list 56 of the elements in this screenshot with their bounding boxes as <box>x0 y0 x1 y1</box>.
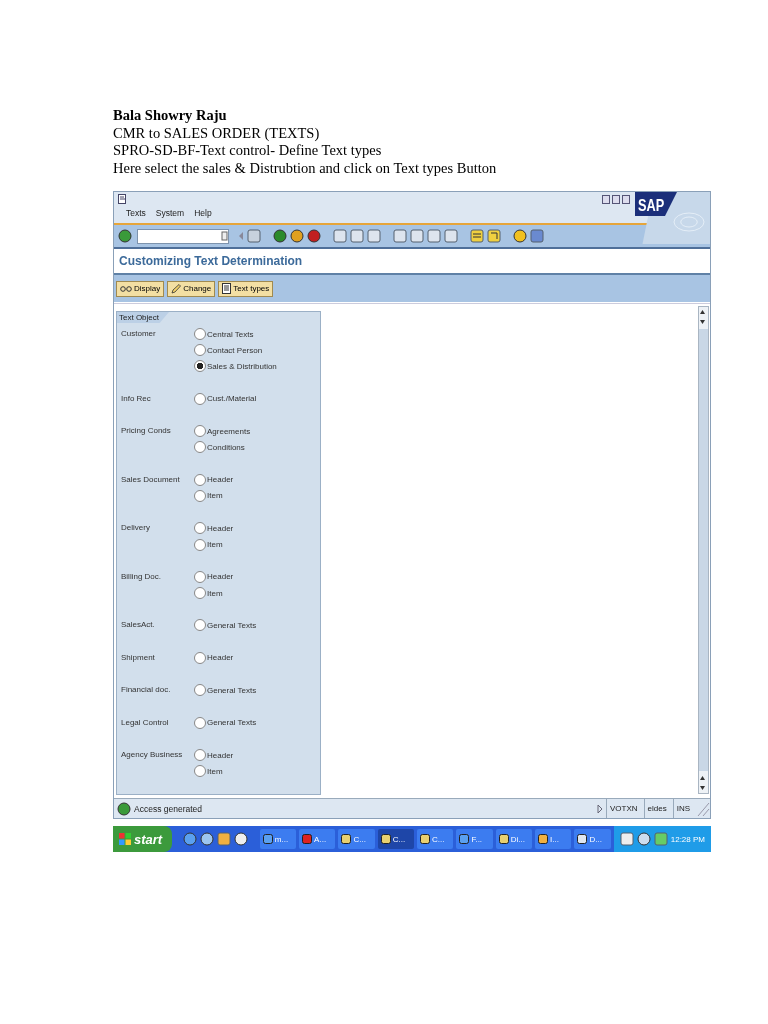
radio-label[interactable]: General Texts <box>207 685 257 695</box>
group-label: Financial doc. <box>121 684 172 697</box>
taskbar-button[interactable]: I... <box>535 829 572 849</box>
group-label: Agency Business <box>121 748 184 761</box>
taskbar-button[interactable]: m... <box>259 829 297 849</box>
group-label: Billing Doc. <box>121 570 162 583</box>
toolbar-button[interactable]: Text types <box>218 280 274 297</box>
taskbar-button[interactable]: C... <box>377 829 415 849</box>
radio-label[interactable]: Item <box>207 491 223 501</box>
radio-label[interactable]: Header <box>207 523 234 533</box>
toolbar-button[interactable]: Change <box>167 280 216 297</box>
group-label: Delivery <box>121 522 151 535</box>
group-label: Customer <box>121 328 157 340</box>
toolbar-button[interactable]: Display <box>116 280 165 297</box>
radio-label[interactable]: Central Texts <box>207 329 254 339</box>
group-label: Info Rec <box>121 392 152 405</box>
taskbar-button[interactable]: Di... <box>495 829 533 849</box>
group-label: SalesAct. <box>121 619 156 632</box>
radio-label[interactable]: Agreements <box>207 426 251 436</box>
sap-logo: SAP <box>635 192 710 244</box>
radio-label[interactable]: Conditions <box>207 442 245 452</box>
group-label: Legal Control <box>121 716 170 729</box>
radio-label[interactable]: General Texts <box>207 621 257 630</box>
document-line: SPRO-SD-BF-Text control- Define Text types <box>113 142 383 160</box>
menu-item[interactable]: Texts <box>126 208 146 218</box>
radio-label[interactable]: Header <box>207 475 234 485</box>
status-field: eldes <box>643 799 670 818</box>
clock: 12:28 PM <box>670 834 705 844</box>
group-label: Shipment <box>121 651 156 664</box>
taskbar-button[interactable]: A... <box>299 829 336 849</box>
radio-label[interactable]: Header <box>207 572 234 582</box>
radio-label[interactable]: Cust./Material <box>207 394 257 404</box>
taskbar-button[interactable]: D... <box>574 829 611 849</box>
radio-label[interactable]: Item <box>207 766 223 776</box>
taskbar-button[interactable]: C... <box>338 829 375 849</box>
document-line: CMR to SALES ORDER (TEXTS) <box>113 124 321 142</box>
taskbar-button[interactable]: C... <box>417 829 454 849</box>
radio-label[interactable]: Header <box>207 653 234 663</box>
radio-label[interactable]: Item <box>207 540 223 550</box>
status-field: VOTXN <box>605 799 641 818</box>
menu-item[interactable]: System <box>155 208 185 218</box>
document-line: Here select the sales & Distrubtion and click on Text types Button <box>113 159 498 177</box>
group-label: Pricing Conds <box>121 425 172 438</box>
radio-label[interactable]: General Texts <box>207 718 257 728</box>
group-title: Text Object <box>117 312 169 323</box>
start-button[interactable]: start <box>113 826 173 852</box>
radio-label[interactable]: Item <box>207 588 223 598</box>
author-name: Bala Showry Raju <box>113 107 228 125</box>
group-label: Sales Document <box>121 473 181 486</box>
status-field: INS <box>672 799 693 818</box>
menu-item[interactable]: Help <box>194 208 212 218</box>
radio-label[interactable]: Contact Person <box>207 345 263 355</box>
radio-label[interactable]: Sales & Distribution <box>207 361 277 371</box>
radio-label[interactable]: Header <box>207 750 234 760</box>
taskbar-button[interactable]: F... <box>456 829 493 849</box>
status-message: Access generated <box>134 803 203 814</box>
